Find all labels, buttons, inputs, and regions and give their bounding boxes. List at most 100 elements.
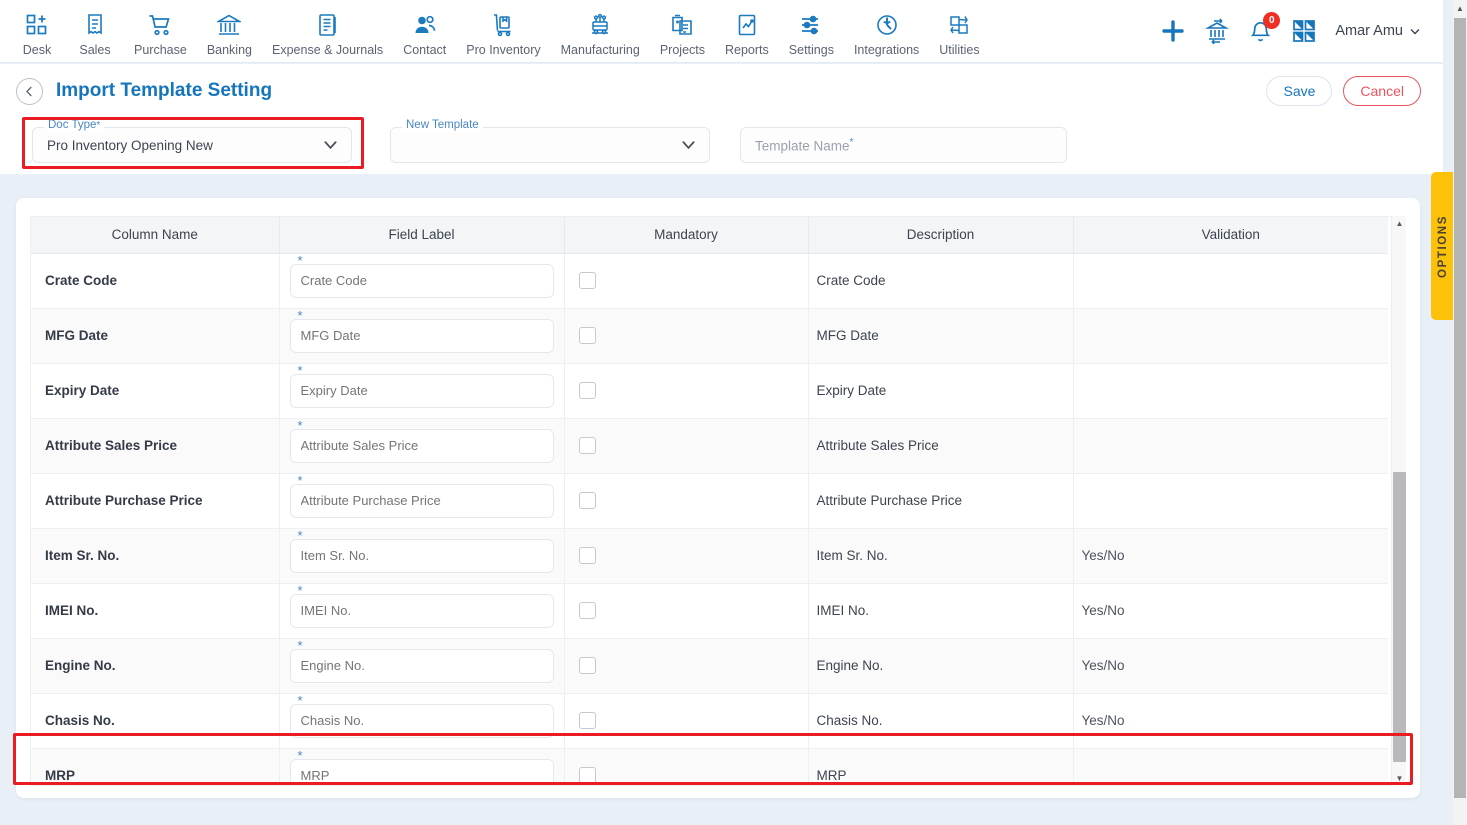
- nav-item-sales[interactable]: Sales: [66, 6, 124, 57]
- app-root: Desk Sales Purchase Banking Expense & Journa…: [0, 0, 1467, 825]
- table-scrollbar-thumb[interactable]: [1393, 472, 1406, 762]
- table-row: Engine No.*Engine No.Yes/No: [31, 638, 1388, 694]
- nav-item-label: Pro Inventory: [466, 42, 541, 57]
- projects-clipboard-icon: [670, 12, 694, 38]
- mandatory-checkbox[interactable]: [578, 272, 596, 289]
- column-header-description: Description: [808, 217, 1074, 254]
- contact-people-icon: [413, 12, 437, 38]
- page-scrollbar-thumb[interactable]: [1454, 18, 1466, 798]
- cell-column-name: MFG Date: [31, 308, 280, 364]
- apps-grid-button[interactable]: [1291, 18, 1317, 44]
- cell-column-name: Attribute Sales Price: [31, 418, 280, 474]
- field-label-input[interactable]: [289, 538, 554, 573]
- mandatory-checkbox[interactable]: [578, 712, 596, 729]
- new-template-field[interactable]: New Template: [390, 119, 710, 163]
- field-label-input[interactable]: [289, 648, 554, 683]
- cell-field-label: *: [279, 252, 565, 309]
- banking-bank-icon: [217, 12, 242, 38]
- nav-item-label: Banking: [206, 42, 252, 57]
- page-title: Import Template Setting: [56, 80, 273, 101]
- nav-item-label: Utilities: [939, 42, 980, 57]
- chevron-down-icon: [1410, 29, 1420, 35]
- back-button[interactable]: [16, 77, 43, 105]
- filter-card: Doc Type* Pro Inventory Opening New New …: [0, 112, 1443, 174]
- scroll-up-arrow-icon[interactable]: ▲: [1392, 216, 1407, 231]
- back-chevron-icon: [26, 86, 32, 96]
- mandatory-checkbox[interactable]: [578, 382, 596, 399]
- field-label-input[interactable]: [289, 263, 554, 298]
- mandatory-checkbox[interactable]: [578, 327, 596, 344]
- nav-item-label: Settings: [788, 42, 834, 57]
- table-row: IMEI No.*IMEI No.Yes/No: [31, 583, 1388, 639]
- required-asterisk-icon: *: [297, 252, 303, 268]
- nav-item-expense-journals[interactable]: Expense & Journals: [262, 6, 393, 57]
- nav-item-manufacturing[interactable]: Manufacturing: [551, 6, 650, 57]
- cancel-button[interactable]: Cancel: [1343, 76, 1421, 106]
- column-header-mandatory: Mandatory: [564, 217, 809, 254]
- field-label-input[interactable]: [289, 428, 554, 463]
- table-row: MFG Date * MFG Date: [31, 308, 1388, 364]
- nav-item-desk[interactable]: Desk: [8, 6, 66, 57]
- bank-transfer-button[interactable]: [1204, 18, 1230, 44]
- notifications-button[interactable]: 0: [1248, 11, 1281, 44]
- page-scrollbar[interactable]: ▲: [1453, 0, 1467, 825]
- required-asterisk-icon: *: [297, 417, 303, 433]
- cell-description: Crate Code: [808, 253, 1074, 309]
- nav-item-projects[interactable]: Projects: [650, 6, 715, 57]
- desk-grid-plus-icon: [25, 12, 49, 38]
- nav-item-purchase[interactable]: Purchase: [124, 6, 197, 57]
- nav-item-label: Desk: [22, 42, 52, 57]
- cell-field-label: *: [279, 528, 565, 584]
- nav-item-label: Projects: [659, 42, 705, 57]
- add-new-button[interactable]: [1160, 18, 1186, 44]
- cell-mandatory: [564, 253, 809, 309]
- table-row: Item Sr. No.*Item Sr. No.Yes/No: [31, 528, 1388, 584]
- mandatory-checkbox[interactable]: [578, 657, 596, 674]
- cell-mandatory: [564, 418, 809, 474]
- cell-mandatory: [564, 528, 809, 584]
- mandatory-checkbox[interactable]: [578, 437, 596, 454]
- cell-description: Expiry Date: [808, 363, 1074, 419]
- field-label-input[interactable]: [289, 373, 554, 408]
- page-scroll-up-arrow-icon[interactable]: ▲: [1453, 0, 1467, 16]
- template-name-field[interactable]: Template Name*: [740, 127, 1067, 163]
- nav-item-integrations[interactable]: Integrations: [844, 6, 929, 57]
- mandatory-checkbox[interactable]: [578, 547, 596, 564]
- required-asterisk-icon: *: [297, 472, 303, 488]
- cell-mandatory: [564, 473, 809, 529]
- user-name-label: Amar Amu: [1335, 23, 1403, 39]
- user-menu[interactable]: Amar Amu: [1335, 23, 1421, 39]
- nav-item-utilities[interactable]: Utilities: [929, 6, 989, 57]
- utilities-shuffle-icon: [947, 12, 971, 38]
- field-label-input[interactable]: [289, 593, 554, 628]
- cell-field-label: *: [279, 638, 565, 694]
- new-template-label: New Template: [402, 119, 483, 131]
- cell-column-name: Engine No.: [31, 638, 280, 694]
- template-name-placeholder: Template Name*: [755, 136, 854, 154]
- cell-validation: Yes/No: [1073, 638, 1388, 694]
- cell-mandatory: [564, 363, 809, 419]
- nav-item-label: Manufacturing: [560, 42, 640, 57]
- options-side-tab[interactable]: OPTIONS: [1431, 172, 1455, 320]
- nav-item-reports[interactable]: Reports: [715, 6, 779, 57]
- table-header-row: Column Name Field Label Mandatory Descripti…: [31, 217, 1388, 254]
- table-scrollbar[interactable]: ▲ ▼: [1391, 216, 1406, 786]
- field-label-input[interactable]: [289, 483, 554, 518]
- cell-column-name: Crate Code: [31, 253, 280, 309]
- nav-item-settings[interactable]: Settings: [779, 6, 844, 57]
- save-button[interactable]: Save: [1266, 76, 1333, 106]
- nav-item-contact[interactable]: Contact: [393, 6, 456, 57]
- table-row: Crate Code * Crate Code: [31, 252, 1388, 309]
- nav-item-banking[interactable]: Banking: [197, 6, 262, 57]
- cell-validation: [1073, 253, 1388, 309]
- template-fields-card: Column Name Field Label Mandatory Descripti…: [13, 198, 1420, 798]
- nav-item-pro-inventory[interactable]: Pro Inventory: [456, 6, 550, 57]
- doc-type-highlight-box: [22, 117, 364, 169]
- field-label-input[interactable]: [289, 318, 554, 353]
- field-label-input-wrapper: *: [280, 419, 564, 463]
- mandatory-checkbox[interactable]: [578, 492, 596, 509]
- field-label-input-wrapper: *: [280, 474, 564, 518]
- cell-description: MFG Date: [808, 308, 1074, 364]
- cell-description: IMEI No.: [808, 583, 1074, 639]
- mandatory-checkbox[interactable]: [578, 602, 596, 619]
